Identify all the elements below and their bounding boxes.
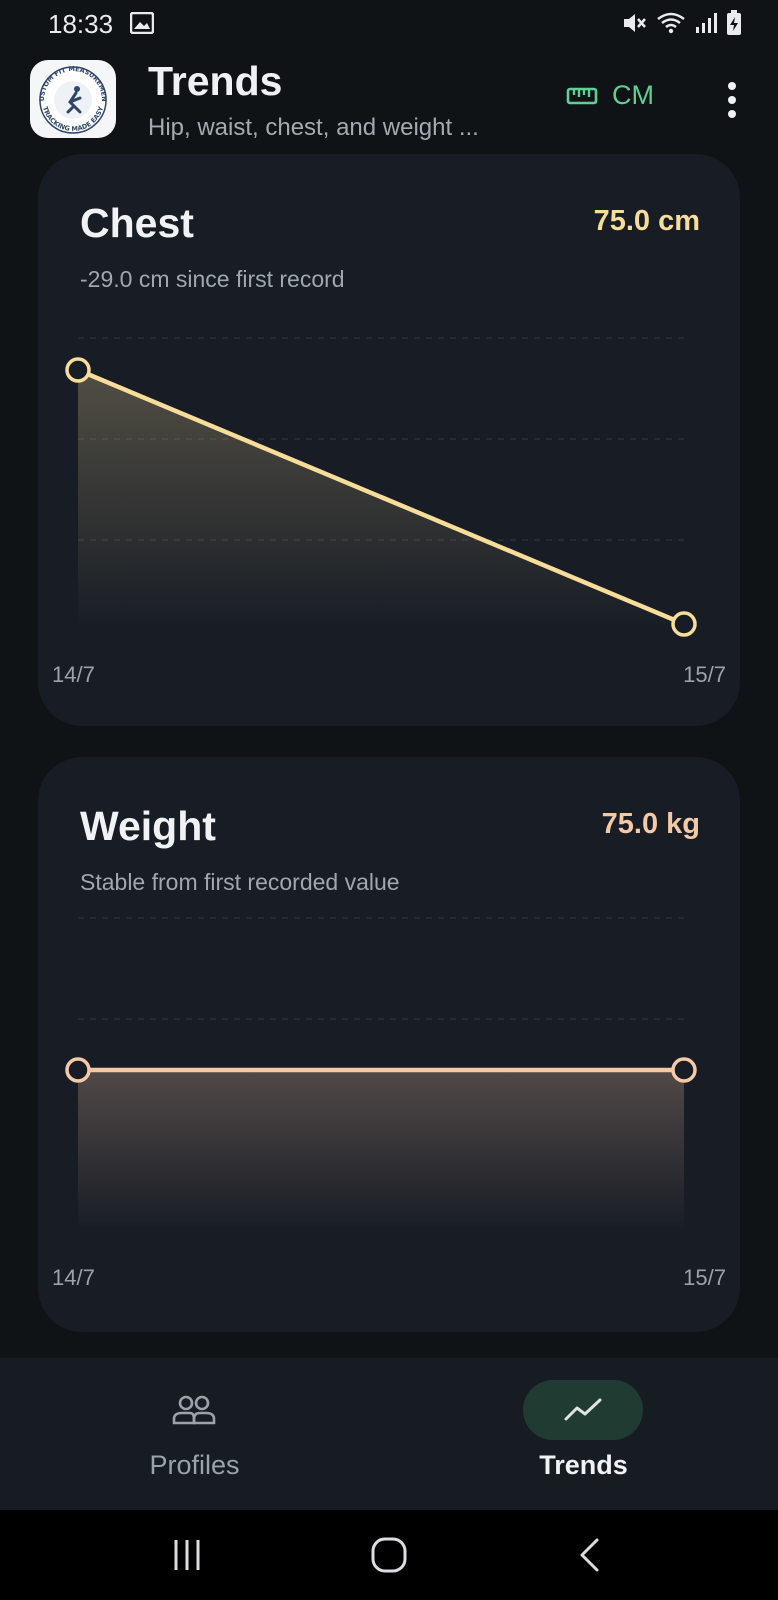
data-point <box>671 611 697 637</box>
nav-label-trends: Trends <box>539 1450 628 1480</box>
data-point <box>65 357 91 383</box>
nav-icon-container <box>134 1380 254 1440</box>
x-tick-label: 15/7 <box>683 1265 726 1290</box>
people-icon <box>172 1395 216 1425</box>
status-time: 18:33 <box>48 9 114 39</box>
home-icon <box>371 1537 407 1573</box>
system-navigation-bar <box>0 1510 778 1600</box>
x-tick-label: 15/7 <box>683 662 726 687</box>
weight-line-chart <box>65 917 697 1227</box>
recents-button[interactable] <box>162 1534 212 1576</box>
status-icons <box>622 10 742 36</box>
recents-icon <box>174 1540 200 1570</box>
battery-charging-icon <box>727 10 741 35</box>
status-bar: 18:33 <box>0 0 778 46</box>
app-logo: CUSTOM FIT MEASUREMENT TRACKING MADE EAS… <box>30 60 116 138</box>
ruler-icon <box>566 87 598 104</box>
bottom-navigation: Profiles Trends <box>0 1358 778 1510</box>
more-vert-icon <box>728 82 736 118</box>
nav-icon-container-active <box>523 1380 643 1440</box>
signal-icon <box>696 13 717 33</box>
chest-trend-card[interactable]: Chest 75.0 cm -29.0 cm since first recor… <box>38 154 740 726</box>
data-point <box>65 1057 91 1083</box>
back-button[interactable] <box>566 1534 616 1576</box>
nav-item-profiles[interactable]: Profiles <box>0 1358 389 1510</box>
gallery-icon <box>130 12 154 34</box>
nav-item-trends[interactable]: Trends <box>389 1358 778 1510</box>
mute-icon <box>624 14 646 32</box>
x-tick-label: 14/7 <box>52 1265 95 1290</box>
chest-line-chart <box>65 337 697 637</box>
nav-label-profiles: Profiles <box>149 1450 240 1480</box>
area-fill <box>78 1070 684 1227</box>
data-point <box>671 1057 697 1083</box>
trend-icon <box>564 1398 602 1421</box>
page-subtitle: Hip, waist, chest, and weight ... <box>148 114 479 141</box>
page-title: Trends <box>148 58 283 104</box>
x-tick-label: 14/7 <box>52 662 95 687</box>
app-header: CUSTOM FIT MEASUREMENT TRACKING MADE EAS… <box>0 46 778 152</box>
weight-trend-card[interactable]: Weight 75.0 kg Stable from first recorde… <box>38 757 740 1332</box>
wifi-icon <box>657 12 685 34</box>
back-icon <box>580 1538 599 1572</box>
unit-label: CM <box>612 80 654 110</box>
unit-toggle-button[interactable]: CM <box>566 80 654 111</box>
more-options-button[interactable] <box>714 78 750 122</box>
home-button[interactable] <box>364 1534 414 1576</box>
